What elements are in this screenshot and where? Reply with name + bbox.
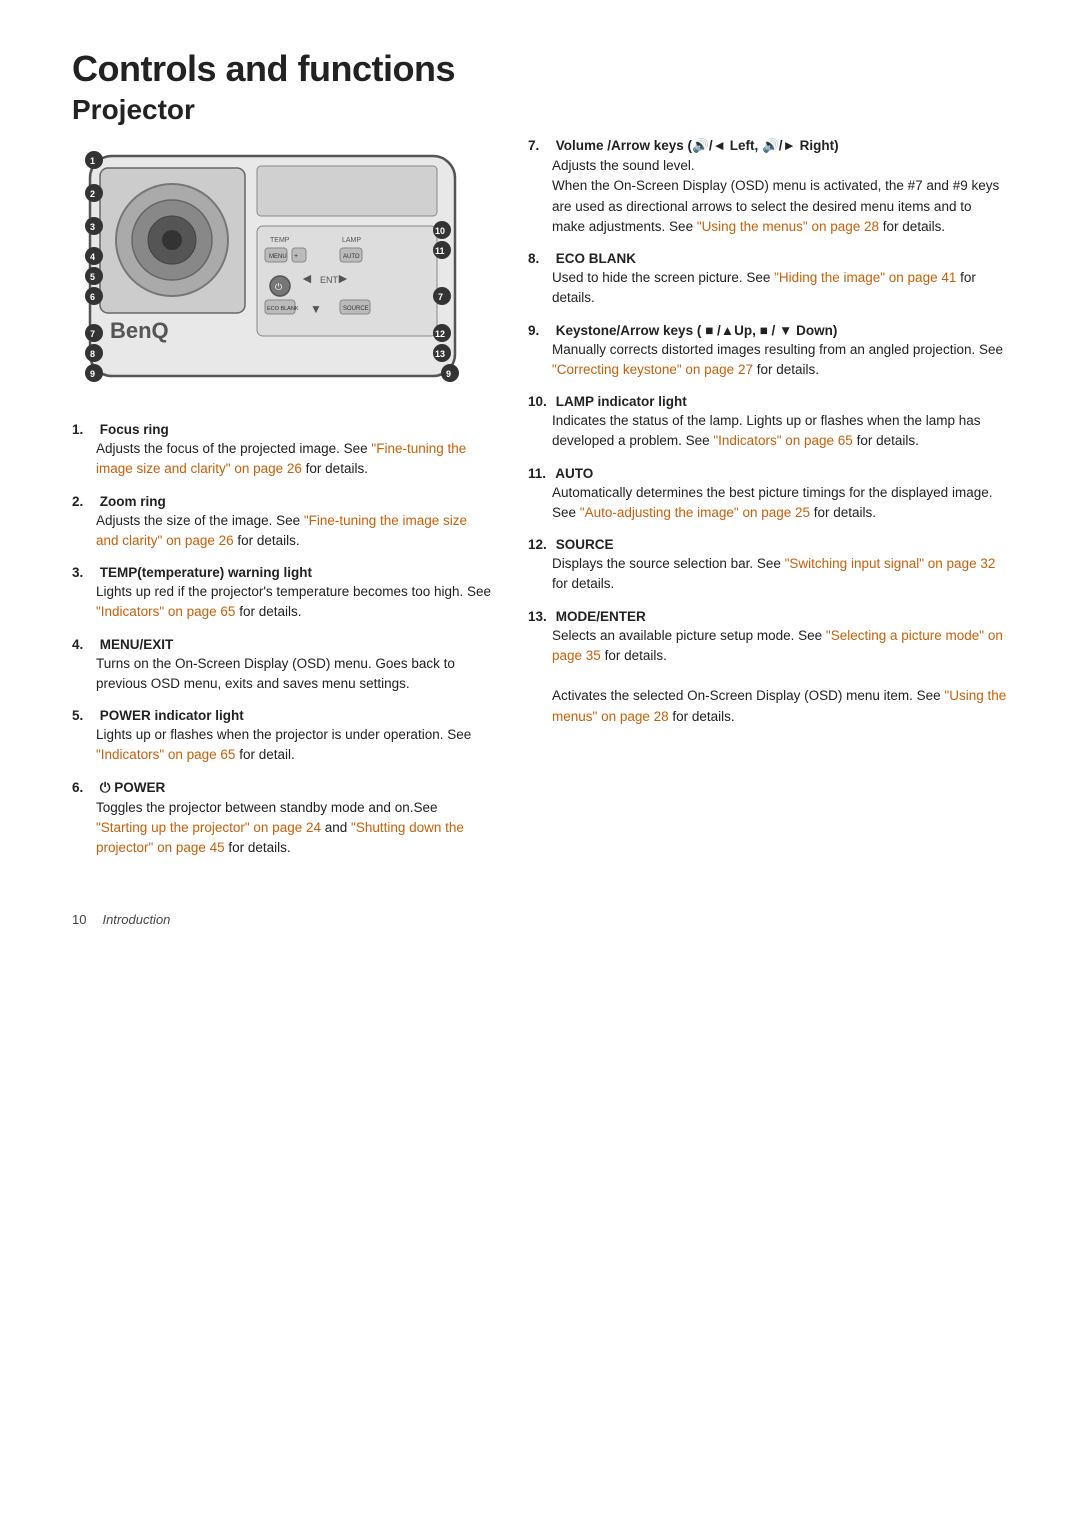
footer: 10 Introduction <box>72 912 1008 927</box>
item-body-6: Toggles the projector between standby mo… <box>72 798 492 859</box>
list-item: 3. TEMP(temperature) warning light Light… <box>72 565 492 623</box>
list-item: 11. AUTO Automatically determines the be… <box>528 466 1008 524</box>
link-9-1[interactable]: "Correcting keystone" on page 27 <box>552 362 753 377</box>
svg-text:11: 11 <box>435 246 445 256</box>
link-8-1[interactable]: "Hiding the image" on page 41 <box>774 270 956 285</box>
item-title-1: 1. Focus ring <box>72 422 492 437</box>
svg-text:▼: ▼ <box>310 302 322 316</box>
link-13-1[interactable]: "Selecting a picture mode" on page 35 <box>552 628 1003 663</box>
item-title-11: 11. AUTO <box>528 466 1008 481</box>
item-body-11: Automatically determines the best pictur… <box>528 483 1008 524</box>
item-body-7: Adjusts the sound level. When the On-Scr… <box>528 156 1008 237</box>
link-12-1[interactable]: "Switching input signal" on page 32 <box>785 556 996 571</box>
item-body-3: Lights up red if the projector's tempera… <box>72 582 492 623</box>
link-13-2[interactable]: "Using the menus" on page 28 <box>552 688 1006 723</box>
link-1-1[interactable]: "Fine-tuning the image size and clarity"… <box>96 441 466 476</box>
svg-text:5: 5 <box>90 272 95 282</box>
svg-text:4: 4 <box>90 252 95 262</box>
item-title-8: 8. ECO BLANK <box>528 251 1008 266</box>
svg-text:9: 9 <box>446 369 451 379</box>
svg-text:TEMP: TEMP <box>270 237 290 244</box>
svg-text:+: + <box>294 253 298 260</box>
item-title-5: 5. POWER indicator light <box>72 708 492 723</box>
item-title-4: 4. MENU/EXIT <box>72 637 492 652</box>
svg-text:ECO BLANK: ECO BLANK <box>267 306 299 312</box>
section-subtitle: Projector <box>72 94 1008 126</box>
svg-text:AUTO: AUTO <box>343 254 360 260</box>
svg-text:LAMP: LAMP <box>342 237 361 244</box>
svg-text:1: 1 <box>90 156 95 166</box>
svg-text:2: 2 <box>90 189 95 199</box>
link-3-1[interactable]: "Indicators" on page 65 <box>96 604 235 619</box>
list-item: 7. Volume /Arrow keys (🔊/◄ Left, 🔊/► Rig… <box>528 138 1008 237</box>
svg-text:8: 8 <box>90 349 95 359</box>
list-item: 6. ⏻ POWER Toggles the projector between… <box>72 780 492 859</box>
svg-text:⏻: ⏻ <box>275 282 282 292</box>
right-items-list: 7. Volume /Arrow keys (🔊/◄ Left, 🔊/► Rig… <box>528 138 1008 727</box>
svg-text:10: 10 <box>435 226 445 236</box>
svg-text:7: 7 <box>438 292 443 302</box>
svg-text:6: 6 <box>90 292 95 302</box>
item-title-10: 10. LAMP indicator light <box>528 394 1008 409</box>
link-2-1[interactable]: "Fine-tuning the image size and clarity"… <box>96 513 467 548</box>
footer-section-label: Introduction <box>102 912 170 927</box>
item-body-1: Adjusts the focus of the projected image… <box>72 439 492 480</box>
svg-text:►: ► <box>336 270 350 286</box>
item-title-12: 12. SOURCE <box>528 537 1008 552</box>
list-item: 1. Focus ring Adjusts the focus of the p… <box>72 422 492 480</box>
projector-image: TEMP LAMP MENU + AUTO ⏻ ◄ ENT ► ECO BL <box>72 138 472 398</box>
item-body-8: Used to hide the screen picture. See "Hi… <box>528 268 1008 309</box>
svg-text:13: 13 <box>435 349 445 359</box>
item-title-13: 13. MODE/ENTER <box>528 609 1008 624</box>
svg-text:7: 7 <box>90 329 95 339</box>
item-body-2: Adjusts the size of the image. See "Fine… <box>72 511 492 552</box>
svg-text:BenQ: BenQ <box>110 318 169 343</box>
left-column: TEMP LAMP MENU + AUTO ⏻ ◄ ENT ► ECO BL <box>72 138 492 872</box>
item-title-6: 6. ⏻ POWER <box>72 780 492 796</box>
item-body-4: Turns on the On-Screen Display (OSD) men… <box>72 654 492 695</box>
left-items-list: 1. Focus ring Adjusts the focus of the p… <box>72 422 492 858</box>
list-item: 2. Zoom ring Adjusts the size of the ima… <box>72 494 492 552</box>
link-11-1[interactable]: "Auto-adjusting the image" on page 25 <box>580 505 810 520</box>
item-body-10: Indicates the status of the lamp. Lights… <box>528 411 1008 452</box>
footer-page-number: 10 <box>72 912 86 927</box>
item-title-3: 3. TEMP(temperature) warning light <box>72 565 492 580</box>
link-6-1[interactable]: "Starting up the projector" on page 24 <box>96 820 321 835</box>
svg-text:9: 9 <box>90 369 95 379</box>
item-title-9: 9. Keystone/Arrow keys ( ■ /▲Up, ■ / ▼ D… <box>528 323 1008 338</box>
list-item: 5. POWER indicator light Lights up or fl… <box>72 708 492 766</box>
list-item: 8. ECO BLANK Used to hide the screen pic… <box>528 251 1008 309</box>
item-body-13: Selects an available picture setup mode.… <box>528 626 1008 727</box>
list-item: 9. Keystone/Arrow keys ( ■ /▲Up, ■ / ▼ D… <box>528 323 1008 381</box>
list-item: 12. SOURCE Displays the source selection… <box>528 537 1008 595</box>
right-column: 7. Volume /Arrow keys (🔊/◄ Left, 🔊/► Rig… <box>528 138 1008 872</box>
svg-text:12: 12 <box>435 329 445 339</box>
list-item: 13. MODE/ENTER Selects an available pict… <box>528 609 1008 727</box>
item-title-2: 2. Zoom ring <box>72 494 492 509</box>
list-item: 4. MENU/EXIT Turns on the On-Screen Disp… <box>72 637 492 695</box>
main-layout: TEMP LAMP MENU + AUTO ⏻ ◄ ENT ► ECO BL <box>72 138 1008 872</box>
link-5-1[interactable]: "Indicators" on page 65 <box>96 747 235 762</box>
link-10-1[interactable]: "Indicators" on page 65 <box>713 433 852 448</box>
item-body-9: Manually corrects distorted images resul… <box>528 340 1008 381</box>
item-body-5: Lights up or flashes when the projector … <box>72 725 492 766</box>
item-title-7: 7. Volume /Arrow keys (🔊/◄ Left, 🔊/► Rig… <box>528 138 1008 154</box>
link-7-1[interactable]: "Using the menus" on page 28 <box>697 219 879 234</box>
svg-text:3: 3 <box>90 222 95 232</box>
svg-text:MENU: MENU <box>269 254 287 260</box>
page-title: Controls and functions <box>72 48 1008 90</box>
list-item: 10. LAMP indicator light Indicates the s… <box>528 394 1008 452</box>
svg-text:SOURCE: SOURCE <box>343 306 369 312</box>
svg-text:◄: ◄ <box>300 270 314 286</box>
item-body-12: Displays the source selection bar. See "… <box>528 554 1008 595</box>
